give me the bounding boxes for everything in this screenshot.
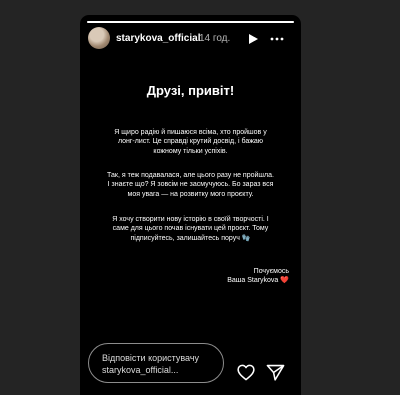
more-icon[interactable] — [270, 33, 284, 45]
username[interactable]: starykova_official — [116, 33, 201, 44]
heart-emoji: ❤️ — [280, 277, 289, 284]
send-icon[interactable] — [266, 364, 285, 381]
reply-input[interactable]: Відповісти користувачу starykova_officia… — [88, 343, 224, 383]
signature-line: Ваша Starykova ❤️ — [227, 276, 289, 285]
story-paragraph: Я щиро радію й пишаюся всіма, хто пройшо… — [114, 129, 267, 155]
avatar[interactable] — [88, 27, 110, 49]
mitten-emoji: 🧤 — [241, 234, 251, 242]
story-progress-fill — [87, 21, 294, 23]
story-paragraph: Так, я теж подавалася, але цього разу не… — [107, 172, 274, 198]
play-icon[interactable] — [247, 33, 259, 45]
heart-icon[interactable] — [237, 364, 255, 381]
story-paragraph: Я хочу створити нову історію в своїй тво… — [106, 215, 275, 243]
story-header: starykova_official 14 год. — [88, 27, 293, 51]
story-progress-bar — [87, 21, 294, 23]
signature-name: Ваша Starykova — [227, 277, 279, 284]
story-title: Друзі, привіт! — [146, 83, 235, 98]
reply-placeholder: Відповісти користувачу starykova_officia… — [102, 353, 200, 375]
signature-line: Почуємось — [253, 268, 289, 275]
post-time: 14 год. — [199, 33, 231, 44]
story-viewer[interactable]: starykova_official 14 год. Друзі, привіт… — [80, 15, 301, 395]
